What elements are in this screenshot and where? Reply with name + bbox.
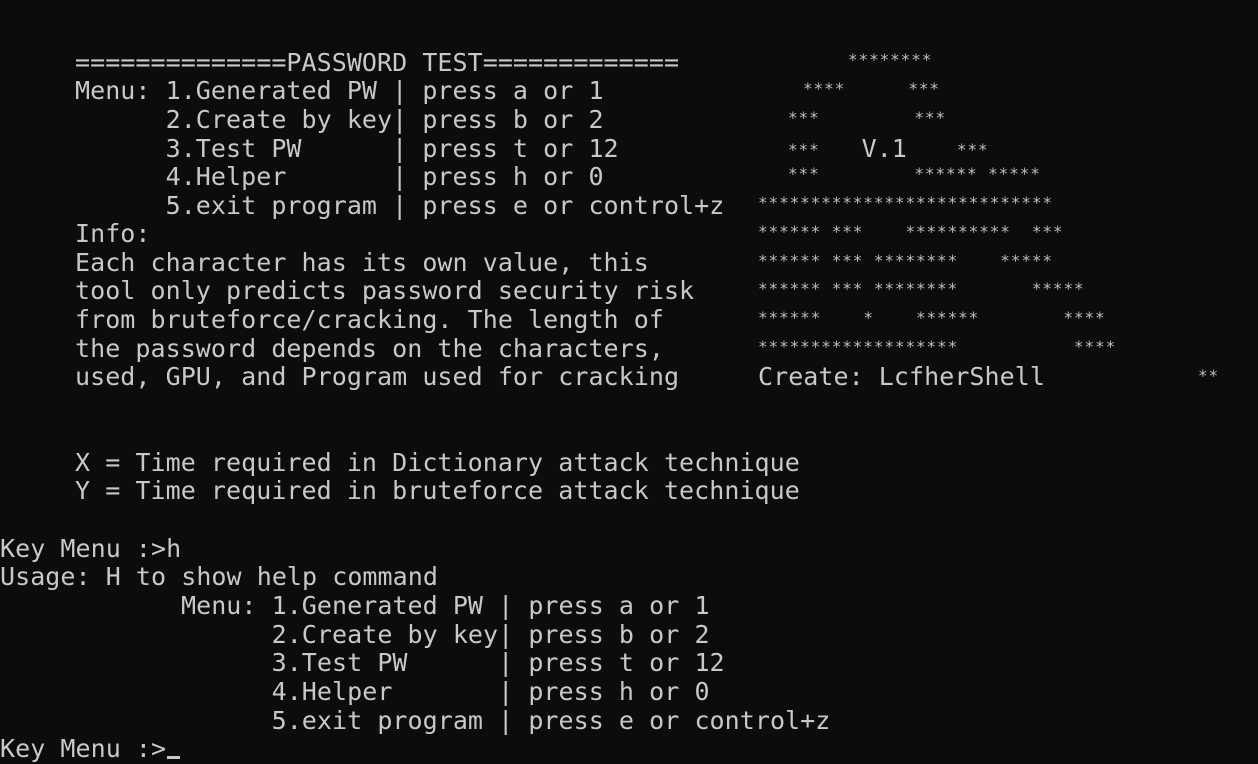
ascii-art-line-6: **************************** [758,193,1053,212]
menu-line-4: 4.Helper | press h or 0 [75,162,604,191]
info-line-5: used, GPU, and Program used for cracking [75,362,680,391]
ascii-art-line-9: ****** *** ******** ***** [758,279,1085,298]
ascii-art-stars-right: *** [956,140,989,159]
info-label: Info: [75,219,151,248]
ascii-art-line-7: ****** *** ********** *** [758,222,1064,241]
info-line-1: Each character has its own value, this [75,248,649,277]
creator-credit: Create: LcfherShell [758,362,1045,391]
info-line-4: the password depends on the characters, [75,334,664,363]
ascii-art-tail: ** [1198,366,1220,385]
prompt-history-1: Key Menu :>h [0,534,182,563]
menu-line-1: Menu: 1.Generated PW | press a or 1 [75,76,604,105]
menu-line-3: 3.Test PW | press t or 12 [75,134,619,163]
text-cursor[interactable] [167,756,181,759]
menu-line-5: 5.exit program | press e or control+z [75,191,725,220]
ascii-art-line-4: *** V.1 *** [788,133,988,163]
legend-y: Y = Time required in bruteforce attack t… [75,476,800,505]
help-line-2: 2.Create by key| press b or 2 [181,620,710,649]
prompt-label: Key Menu :> [0,734,167,763]
ascii-art-stars-left: *** [788,140,820,159]
ascii-art-line-3: *** *** [788,108,946,127]
version-label: V.1 [861,134,907,163]
help-line-4: 4.Helper | press h or 0 [181,677,710,706]
help-line-1: Menu: 1.Generated PW | press a or 1 [181,591,710,620]
help-line-5: 5.exit program | press e or control+z [181,706,831,735]
ascii-art-line-2: **** *** [803,79,940,98]
terminal-window[interactable]: ==============PASSWORD TEST=============… [0,0,1258,764]
info-line-2: tool only predicts password security ris… [75,276,695,305]
help-line-3: 3.Test PW | press t or 12 [181,648,725,677]
ascii-art-line-1: ******** [848,50,933,69]
ascii-art-line-5: *** ****** ***** [788,164,1041,183]
legend-x: X = Time required in Dictionary attack t… [75,448,800,477]
menu-line-2: 2.Create by key| press b or 2 [75,105,604,134]
usage-line: Usage: H to show help command [0,562,438,591]
banner-title: ==============PASSWORD TEST============= [75,48,680,77]
info-line-3: from bruteforce/cracking. The length of [75,305,664,334]
ascii-art-line-10: ****** * ****** **** [758,308,1106,327]
ascii-art-line-8: ****** *** ******** ***** [758,251,1053,270]
command-prompt[interactable]: Key Menu :> [0,734,181,763]
ascii-art-line-11: ******************* **** [758,337,1117,356]
